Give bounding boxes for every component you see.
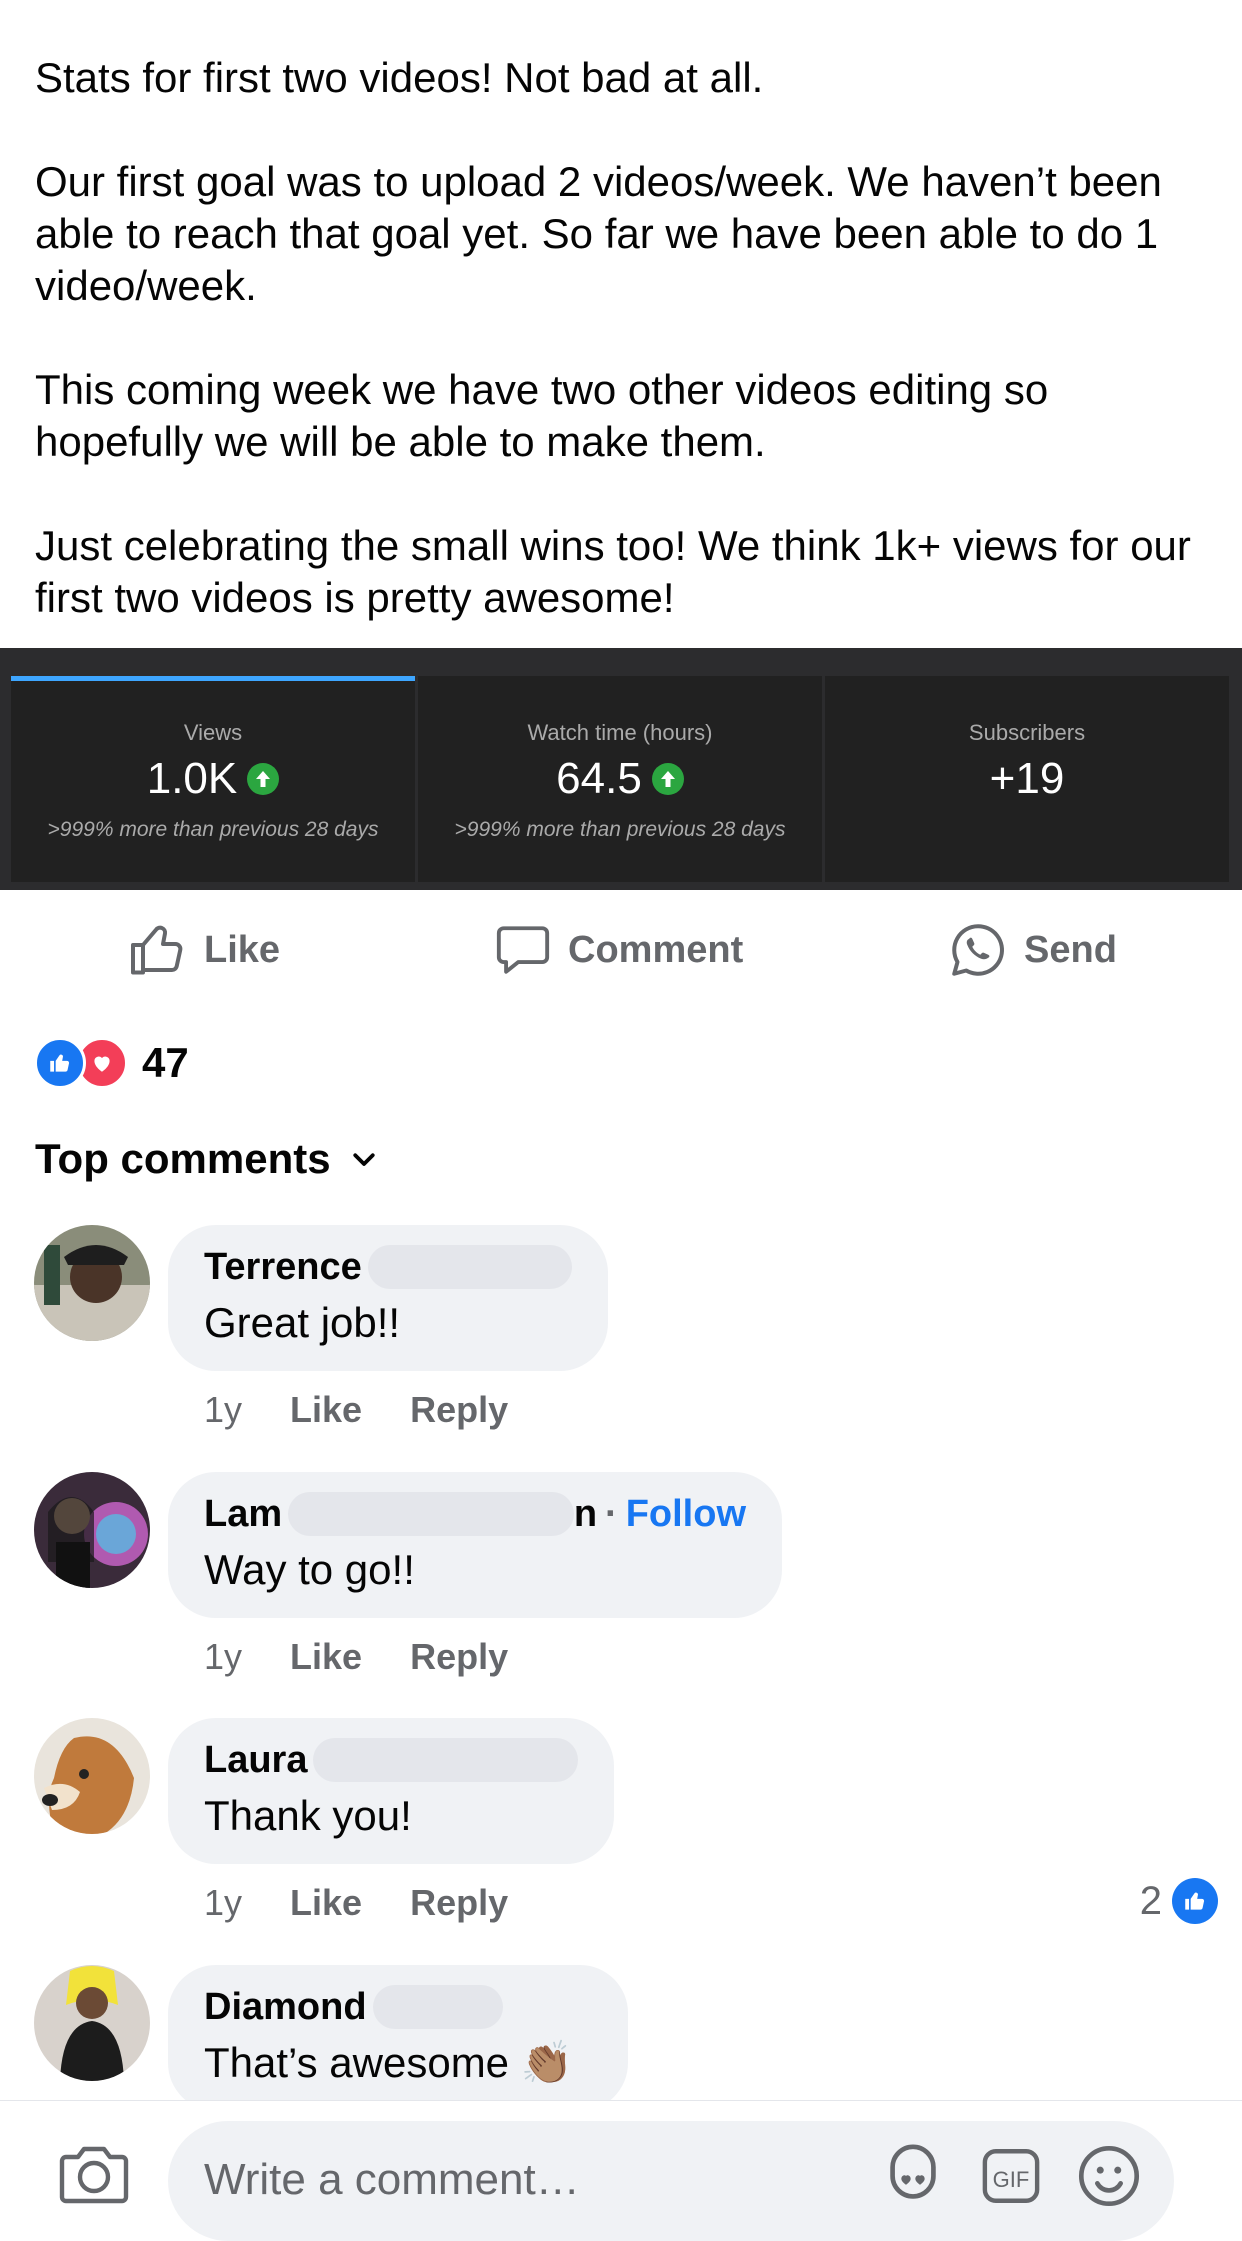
follow-button[interactable]: Follow [626, 1493, 746, 1536]
avatar[interactable] [34, 1965, 150, 2081]
watch-time-value-row: 64.5 [418, 754, 822, 804]
commenter-name-row: Laura [204, 1738, 578, 1782]
redacted-name [372, 1985, 503, 2029]
comment-meta: 1y Like Reply [204, 1882, 508, 1924]
post-text: Stats for first two videos! Not bad at a… [35, 52, 1215, 624]
comment-reply-button[interactable]: Reply [410, 1882, 508, 1924]
subscribers-label: Subscribers [968, 720, 1086, 745]
like-count-value: 2 [1139, 1878, 1162, 1923]
comment-text: That’s awesome [204, 2039, 510, 2086]
top-comments-label: Top comments [35, 1135, 331, 1182]
comment-like-count[interactable]: 2 [1140, 1878, 1218, 1924]
reaction-count: 47 [142, 1039, 189, 1086]
redacted-name [367, 1245, 572, 1289]
chevron-down-icon [352, 1153, 375, 1166]
comment-bubble[interactable]: Laura Thank you! [168, 1718, 614, 1864]
commenter-name-row: Diamond [204, 1985, 592, 2029]
subscribers-value-row: +19 [825, 754, 1229, 804]
comment-bubble[interactable]: Lam n · Follow Way to go!! [168, 1472, 782, 1618]
avatar[interactable] [34, 1225, 150, 1341]
post-paragraph: Stats for first two videos! Not bad at a… [35, 54, 764, 101]
post-paragraph: This coming week we have two other video… [35, 366, 1049, 465]
separator-dot: · [605, 1492, 618, 1535]
views-value: 1.0K [146, 754, 238, 803]
whatsapp-icon [952, 924, 1004, 976]
subscribers-value: +19 [989, 754, 1065, 803]
comment-composer: Write a comment… GIF [0, 2100, 1242, 2241]
comment-meta: 1y Like Reply [204, 1636, 508, 1678]
comment-reply-button[interactable]: Reply [410, 1636, 508, 1678]
composer-tools: GIF [878, 2141, 1144, 2211]
comment-text-row: That’s awesome 👏🏽 [204, 2039, 592, 2088]
send-label: Send [1024, 928, 1117, 971]
commenter-name[interactable]: Laura [204, 1739, 307, 1782]
views-note: >999% more than previous 28 days [47, 818, 379, 841]
comment-meta: 1y Like Reply [204, 1389, 508, 1431]
thumbs-up-icon [131, 925, 183, 975]
comment-placeholder: Write a comment… [204, 2155, 580, 2204]
watch-time-note: >999% more than previous 28 days [454, 818, 786, 841]
like-reaction-icon [34, 1037, 86, 1089]
comment-age: 1y [204, 1636, 243, 1677]
views-value-row: 1.0K [11, 754, 415, 804]
redacted-name [313, 1738, 578, 1782]
commenter-name[interactable]: Lam [204, 1493, 282, 1536]
comment-age: 1y [204, 1389, 243, 1430]
commenter-name-row: Terrence [204, 1245, 572, 1289]
commenter-name-row: Lam n · Follow [204, 1492, 746, 1536]
views-card: Views 1.0K >999% more than previous 28 d… [11, 676, 415, 882]
commenter-name-tail: n [573, 1492, 598, 1535]
avatar[interactable] [34, 1718, 150, 1834]
commenter-name[interactable]: Terrence [204, 1246, 362, 1289]
subscribers-card: Subscribers +19 [825, 676, 1229, 882]
comment-bubble[interactable]: Terrence Great job!! [168, 1225, 608, 1371]
comment-input[interactable]: Write a comment… GIF [168, 2121, 1174, 2241]
analytics-image[interactable]: Views 1.0K >999% more than previous 28 d… [0, 648, 1242, 890]
comment-icon [496, 926, 550, 974]
like-reaction-icon [1172, 1878, 1218, 1924]
up-arrow-icon [247, 763, 280, 795]
emoji-icon[interactable] [1074, 2141, 1144, 2211]
post-paragraph: Just celebrating the small wins too! We … [35, 522, 1191, 621]
post-paragraph: Our first goal was to upload 2 videos/we… [35, 158, 1162, 309]
reactions-summary[interactable]: 47 [34, 1035, 189, 1091]
comment-age: 1y [204, 1882, 243, 1923]
comment-text: Thank you! [204, 1792, 412, 1839]
send-button[interactable]: Send [948, 895, 1117, 1005]
post-action-bar: Like Comment Send [0, 895, 1242, 1005]
comment-text: Way to go!! [204, 1546, 415, 1593]
comment-like-button[interactable]: Like [290, 1389, 362, 1431]
comment-label: Comment [568, 928, 744, 971]
comment-like-button[interactable]: Like [290, 1882, 362, 1924]
comment-like-button[interactable]: Like [290, 1636, 362, 1678]
like-button[interactable]: Like [128, 895, 280, 1005]
avatar-sticker-icon[interactable] [878, 2141, 948, 2211]
camera-icon[interactable] [58, 2143, 130, 2205]
views-label: Views [183, 720, 243, 745]
comment-text: Great job!! [204, 1299, 401, 1346]
comment-reply-button[interactable]: Reply [410, 1389, 508, 1431]
top-comments-dropdown[interactable]: Top comments [35, 1135, 379, 1183]
like-label: Like [204, 928, 281, 971]
watch-time-label: Watch time (hours) [527, 720, 713, 745]
commenter-name[interactable]: Diamond [204, 1986, 367, 2029]
comment-bubble[interactable]: Diamond That’s awesome 👏🏽 [168, 1965, 628, 2111]
avatar[interactable] [34, 1472, 150, 1588]
up-arrow-icon [651, 763, 684, 795]
watch-time-card: Watch time (hours) 64.5 >999% more than … [418, 676, 822, 882]
clapping-emoji: 👏🏽 [520, 2039, 574, 2086]
watch-time-value: 64.5 [556, 754, 642, 803]
comment-button[interactable]: Comment [494, 895, 743, 1005]
svg-text:GIF: GIF [993, 2167, 1030, 2192]
redacted-name [288, 1492, 574, 1536]
gif-icon[interactable]: GIF [978, 2143, 1044, 2209]
